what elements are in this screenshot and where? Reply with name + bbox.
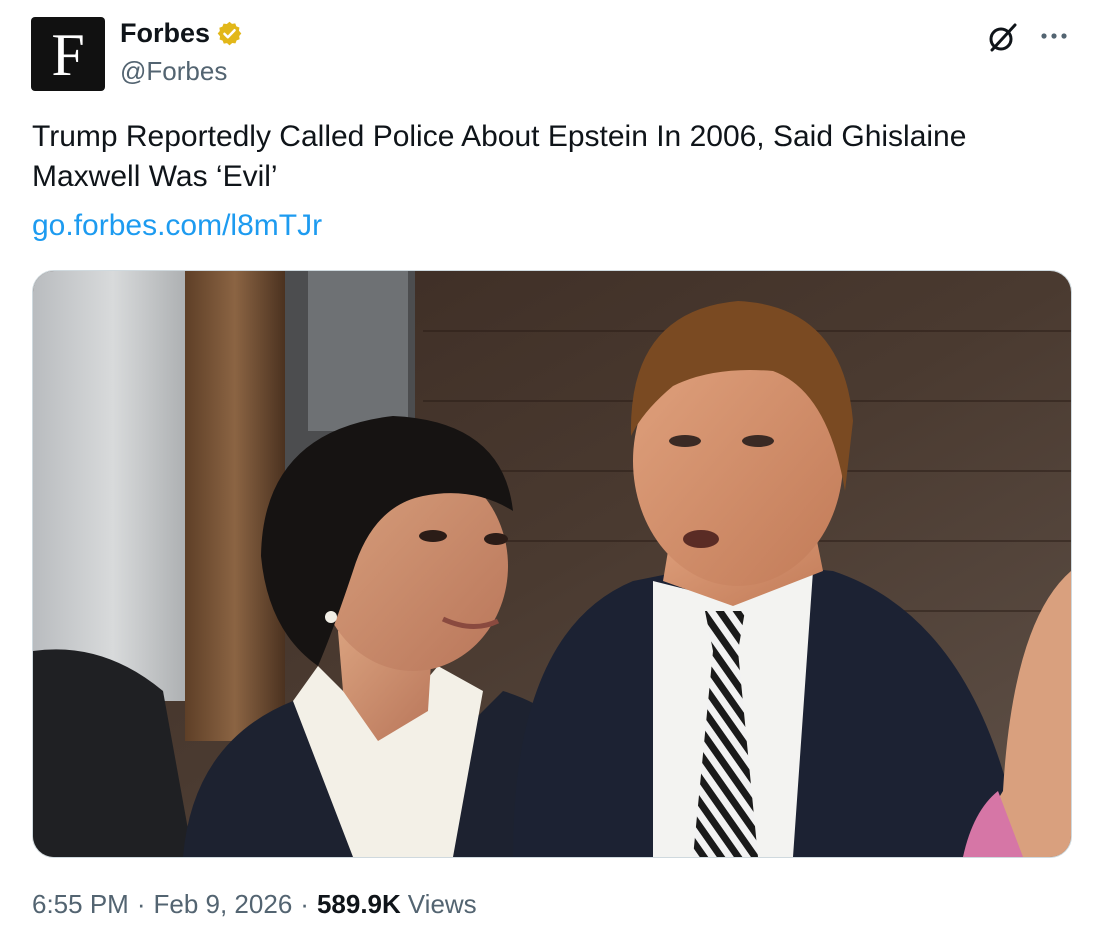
more-horizontal-icon[interactable]: [1038, 22, 1070, 50]
author-name-row: Forbes: [120, 18, 243, 49]
tweet-link[interactable]: go.forbes.com/l8mTJr: [32, 206, 322, 246]
views-label: Views: [407, 889, 477, 919]
meta-separator: ·: [136, 889, 146, 919]
author-handle[interactable]: @Forbes: [120, 56, 227, 87]
views-count: 589.9K: [316, 889, 401, 919]
author-display-name[interactable]: Forbes: [120, 18, 210, 49]
meta-separator: ·: [300, 889, 309, 919]
tweet-text: Trump Reportedly Called Police About Eps…: [32, 120, 967, 193]
tweet-date[interactable]: Feb 9, 2026: [154, 889, 293, 920]
tweet-time[interactable]: 6:55 PM: [32, 889, 129, 920]
grok-icon[interactable]: [985, 20, 1021, 56]
avatar[interactable]: F: [31, 17, 105, 91]
tweet-photo[interactable]: [32, 270, 1072, 858]
photo-illustration: [33, 271, 1071, 857]
verified-badge-icon: [217, 21, 242, 46]
avatar-letter: F: [51, 22, 85, 88]
tweet-meta-row: 6:55 PM · Feb 9, 2026 · 589.9K Views: [32, 889, 477, 920]
tweet-card: F Forbes @Forbes Trump Reportedly Called…: [0, 0, 1100, 946]
